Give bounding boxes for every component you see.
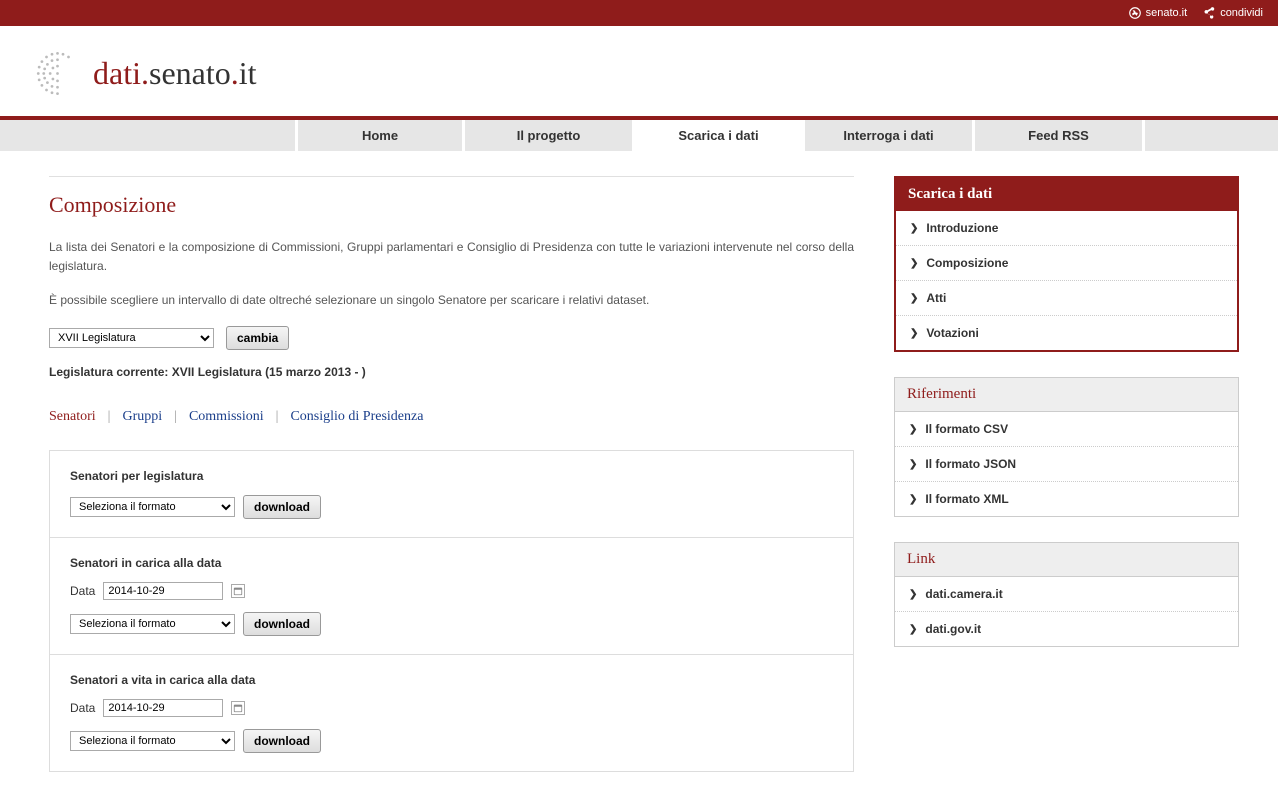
download-button[interactable]: download bbox=[243, 612, 321, 636]
sidebar-item-json[interactable]: ❯Il formato JSON bbox=[895, 447, 1238, 482]
chevron-right-icon: ❯ bbox=[910, 258, 918, 269]
sidebox-header: Scarica i dati bbox=[896, 178, 1237, 211]
tab-commissioni[interactable]: Commissioni bbox=[189, 409, 264, 425]
calendar-icon[interactable] bbox=[231, 584, 245, 598]
nav-progetto[interactable]: Il progetto bbox=[465, 120, 635, 151]
change-button[interactable]: cambia bbox=[226, 326, 289, 350]
sidebox-link: Link ❯dati.camera.it ❯dati.gov.it bbox=[894, 542, 1239, 647]
chevron-right-icon: ❯ bbox=[909, 459, 917, 470]
download-panel: Senatori per legislatura Seleziona il fo… bbox=[49, 450, 854, 772]
tab-consiglio[interactable]: Consiglio di Presidenza bbox=[290, 409, 423, 425]
date-input[interactable] bbox=[103, 582, 223, 600]
tabs: Senatori | Gruppi | Commissioni | Consig… bbox=[49, 409, 854, 425]
nav-scarica[interactable]: Scarica i dati bbox=[635, 120, 805, 151]
format-select[interactable]: Seleziona il formato bbox=[70, 731, 235, 751]
main-content: Composizione La lista dei Senatori e la … bbox=[49, 176, 854, 772]
date-label: Data bbox=[70, 584, 95, 598]
section-title: Senatori a vita in carica alla data bbox=[70, 673, 833, 687]
section-senatori-legislatura: Senatori per legislatura Seleziona il fo… bbox=[50, 451, 853, 538]
header: dati.senato.it bbox=[0, 26, 1278, 116]
share-icon bbox=[1202, 6, 1216, 20]
format-select[interactable]: Seleziona il formato bbox=[70, 497, 235, 517]
nav-feed[interactable]: Feed RSS bbox=[975, 120, 1145, 151]
logo[interactable]: dati.senato.it bbox=[30, 46, 1278, 101]
main-nav: Home Il progetto Scarica i dati Interrog… bbox=[0, 120, 1278, 151]
tab-gruppi[interactable]: Gruppi bbox=[122, 409, 162, 425]
sidebar: Scarica i dati ❯Introduzione ❯Composizio… bbox=[894, 176, 1239, 772]
sidebox-scarica: Scarica i dati ❯Introduzione ❯Composizio… bbox=[894, 176, 1239, 352]
sidebox-riferimenti: Riferimenti ❯Il formato CSV ❯Il formato … bbox=[894, 377, 1239, 517]
logo-dots-icon bbox=[30, 46, 85, 101]
sidebar-item-gov[interactable]: ❯dati.gov.it bbox=[895, 612, 1238, 646]
chevron-right-icon: ❯ bbox=[909, 494, 917, 505]
intro-text-2: È possibile scegliere un intervallo di d… bbox=[49, 291, 854, 310]
senato-link-label: senato.it bbox=[1146, 7, 1188, 19]
tab-senatori[interactable]: Senatori bbox=[49, 409, 96, 425]
calendar-icon[interactable] bbox=[231, 701, 245, 715]
chevron-right-icon: ❯ bbox=[910, 293, 918, 304]
topbar: senato.it condividi bbox=[0, 0, 1278, 26]
date-label: Data bbox=[70, 701, 95, 715]
section-senatori-vita: Senatori a vita in carica alla data Data… bbox=[50, 655, 853, 771]
sidebar-item-camera[interactable]: ❯dati.camera.it bbox=[895, 577, 1238, 612]
date-input[interactable] bbox=[103, 699, 223, 717]
chevron-right-icon: ❯ bbox=[909, 624, 917, 635]
nav-interroga[interactable]: Interroga i dati bbox=[805, 120, 975, 151]
sidebox-header: Riferimenti bbox=[895, 378, 1238, 412]
sidebox-header: Link bbox=[895, 543, 1238, 577]
section-title: Senatori per legislatura bbox=[70, 469, 833, 483]
nav-home[interactable]: Home bbox=[295, 120, 465, 151]
sidebar-item-xml[interactable]: ❯Il formato XML bbox=[895, 482, 1238, 516]
globe-icon bbox=[1128, 6, 1142, 20]
sidebar-item-csv[interactable]: ❯Il formato CSV bbox=[895, 412, 1238, 447]
nav-strip: Home Il progetto Scarica i dati Interrog… bbox=[0, 116, 1278, 151]
chevron-right-icon: ❯ bbox=[909, 589, 917, 600]
section-title: Senatori in carica alla data bbox=[70, 556, 833, 570]
section-senatori-carica: Senatori in carica alla data Data Selezi… bbox=[50, 538, 853, 655]
sidebar-item-introduzione[interactable]: ❯Introduzione bbox=[896, 211, 1237, 246]
download-button[interactable]: download bbox=[243, 495, 321, 519]
sidebar-item-composizione[interactable]: ❯Composizione bbox=[896, 246, 1237, 281]
share-link[interactable]: condividi bbox=[1202, 6, 1263, 20]
senato-link[interactable]: senato.it bbox=[1128, 6, 1188, 20]
sidebar-item-votazioni[interactable]: ❯Votazioni bbox=[896, 316, 1237, 350]
format-select[interactable]: Seleziona il formato bbox=[70, 614, 235, 634]
chevron-right-icon: ❯ bbox=[910, 328, 918, 339]
chevron-right-icon: ❯ bbox=[909, 424, 917, 435]
page-title: Composizione bbox=[49, 192, 854, 218]
share-link-label: condividi bbox=[1220, 7, 1263, 19]
chevron-right-icon: ❯ bbox=[910, 223, 918, 234]
logo-text: dati.senato.it bbox=[93, 55, 257, 92]
sidebar-item-atti[interactable]: ❯Atti bbox=[896, 281, 1237, 316]
intro-text-1: La lista dei Senatori e la composizione … bbox=[49, 238, 854, 276]
download-button[interactable]: download bbox=[243, 729, 321, 753]
legislature-select[interactable]: XVII Legislatura bbox=[49, 328, 214, 348]
current-legislature: Legislatura corrente: XVII Legislatura (… bbox=[49, 365, 854, 379]
